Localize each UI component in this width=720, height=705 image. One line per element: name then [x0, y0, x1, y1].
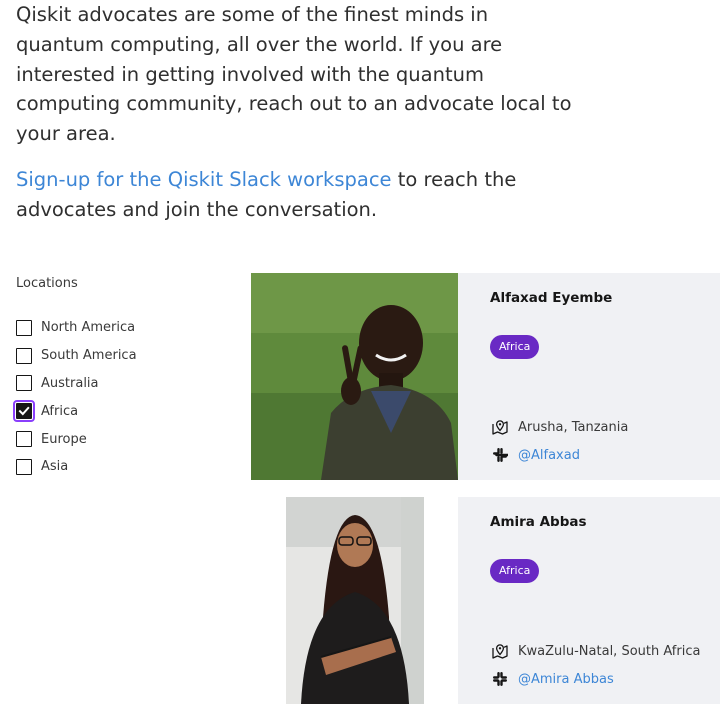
filter-north-america[interactable]: North America: [16, 314, 137, 342]
advocate-slack: @Amira Abbas: [490, 669, 614, 689]
filter-label-south-america: South America: [41, 348, 137, 364]
advocate-name: Amira Abbas: [490, 514, 587, 530]
advocate-slack: @Alfaxad: [490, 445, 580, 465]
advocate-photo: [251, 273, 458, 480]
filter-south-america[interactable]: South America: [16, 342, 137, 370]
location-pin-icon: [490, 641, 510, 661]
region-tag: Africa: [490, 335, 540, 359]
filter-label-north-america: North America: [41, 320, 136, 336]
slack-icon: [490, 445, 510, 465]
slack-paragraph: Sign-up for the Qiskit Slack workspace t…: [16, 165, 576, 225]
advocate-slack-link[interactable]: @Amira Abbas: [518, 672, 614, 687]
checkbox-south-america[interactable]: [16, 347, 32, 364]
advocate-card: Alfaxad Eyembe Africa Arusha, Tanzania @…: [251, 273, 720, 480]
locations-filter-list: North America South America Australia Af…: [13, 314, 137, 481]
advocate-location-text: KwaZulu-Natal, South Africa: [518, 643, 701, 659]
filter-label-europe: Europe: [41, 431, 87, 447]
advocate-card: Amira Abbas Africa KwaZulu-Natal, South …: [251, 497, 720, 704]
filter-label-asia: Asia: [41, 459, 69, 475]
checkbox-asia[interactable]: [16, 458, 32, 475]
locations-filter-label: Locations: [16, 276, 78, 291]
filter-africa[interactable]: Africa: [13, 397, 137, 425]
advocate-slack-link[interactable]: @Alfaxad: [518, 448, 580, 463]
checkbox-australia[interactable]: [16, 375, 32, 392]
checkbox-north-america[interactable]: [16, 319, 32, 336]
advocate-info: Alfaxad Eyembe Africa Arusha, Tanzania @…: [458, 273, 720, 480]
filter-label-australia: Australia: [41, 375, 99, 391]
advocate-photo: [251, 497, 458, 704]
advocate-name: Alfaxad Eyembe: [490, 290, 613, 306]
advocate-location: KwaZulu-Natal, South Africa: [490, 641, 700, 661]
checkbox-africa[interactable]: [13, 400, 35, 423]
filter-asia[interactable]: Asia: [16, 453, 137, 481]
advocate-info: Amira Abbas Africa KwaZulu-Natal, South …: [458, 497, 720, 704]
advocate-location-text: Arusha, Tanzania: [518, 419, 629, 435]
checkmark-icon: [18, 406, 30, 416]
location-pin-icon: [490, 417, 510, 437]
filter-australia[interactable]: Australia: [16, 370, 137, 398]
advocate-location: Arusha, Tanzania: [490, 417, 628, 437]
slack-signup-link[interactable]: Sign-up for the Qiskit Slack workspace: [16, 168, 392, 191]
filter-europe[interactable]: Europe: [16, 425, 137, 453]
intro-section: Qiskit advocates are some of the finest …: [16, 0, 576, 225]
slack-icon: [490, 669, 510, 689]
region-tag: Africa: [490, 559, 540, 583]
intro-paragraph: Qiskit advocates are some of the finest …: [16, 3, 572, 146]
checkbox-europe[interactable]: [16, 431, 32, 448]
filter-label-africa: Africa: [41, 403, 79, 419]
